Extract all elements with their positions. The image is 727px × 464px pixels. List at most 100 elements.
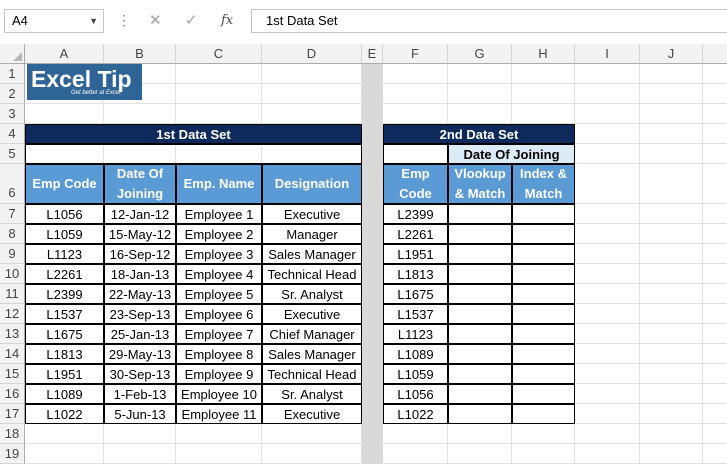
set2-code[interactable]: L1813	[383, 264, 448, 284]
set2-index-result[interactable]	[512, 284, 575, 304]
set1-cell[interactable]: Executive	[262, 304, 362, 324]
set1-cell[interactable]: Employee 9	[176, 364, 262, 384]
set1-cell[interactable]: 5-Jun-13	[104, 404, 176, 424]
set2-code[interactable]: L1056	[383, 384, 448, 404]
set2-vlookup-result[interactable]	[448, 264, 512, 284]
insert-function-icon[interactable]: fx	[221, 10, 233, 32]
set1-cell[interactable]: L2399	[25, 284, 104, 304]
set1-cell[interactable]: 25-Jan-13	[104, 324, 176, 344]
column-header-blank[interactable]	[703, 44, 727, 64]
set1-cell[interactable]: L1089	[25, 384, 104, 404]
row-header-9[interactable]: 9	[0, 244, 25, 264]
set1-cell[interactable]: 1-Feb-13	[104, 384, 176, 404]
row-header-1[interactable]: 1	[0, 64, 25, 84]
set2-vlookup-result[interactable]	[448, 224, 512, 244]
row-header-7[interactable]: 7	[0, 204, 25, 224]
row-header-10[interactable]: 10	[0, 264, 25, 284]
column-header-e[interactable]: E	[362, 44, 383, 64]
set2-vlookup-result[interactable]	[448, 404, 512, 424]
set1-cell[interactable]: Executive	[262, 204, 362, 224]
set1-cell[interactable]: Employee 2	[176, 224, 262, 244]
row-header-16[interactable]: 16	[0, 384, 25, 404]
set2-index-result[interactable]	[512, 264, 575, 284]
set1-cell[interactable]: Employee 1	[176, 204, 262, 224]
set2-vlookup-result[interactable]	[448, 244, 512, 264]
more-options-icon[interactable]: ⋮	[117, 10, 131, 30]
set2-subtitle[interactable]: Date Of Joining	[448, 144, 575, 164]
chevron-down-icon[interactable]: ▼	[89, 10, 98, 32]
set1-cell[interactable]: Sr. Analyst	[262, 384, 362, 404]
set1-title[interactable]: 1st Data Set	[25, 124, 362, 144]
column-header-c[interactable]: C	[176, 44, 262, 64]
row-header-8[interactable]: 8	[0, 224, 25, 244]
set1-cell[interactable]: L1537	[25, 304, 104, 324]
set2-blank-f5[interactable]	[383, 144, 448, 164]
set1-cell[interactable]: L1951	[25, 364, 104, 384]
set1-cell[interactable]: Employee 10	[176, 384, 262, 404]
set2-vlookup-result[interactable]	[448, 284, 512, 304]
select-all-corner[interactable]	[0, 44, 25, 64]
set1-header[interactable]: Designation	[262, 164, 362, 204]
set1-cell[interactable]: L2261	[25, 264, 104, 284]
set1-cell[interactable]: 30-Sep-13	[104, 364, 176, 384]
set1-header[interactable]: Date Of Joining	[104, 164, 176, 204]
set2-header[interactable]: Emp Code	[383, 164, 448, 204]
row-header-18[interactable]: 18	[0, 424, 25, 444]
set1-header[interactable]: Emp. Name	[176, 164, 262, 204]
set1-cell[interactable]: 29-May-13	[104, 344, 176, 364]
row-header-15[interactable]: 15	[0, 364, 25, 384]
set2-header[interactable]: Vlookup & Match	[448, 164, 512, 204]
set2-index-result[interactable]	[512, 404, 575, 424]
enter-icon[interactable]: ✓	[185, 10, 198, 32]
set1-cell[interactable]: 23-Sep-13	[104, 304, 176, 324]
set2-code[interactable]: L1022	[383, 404, 448, 424]
row-header-5[interactable]: 5	[0, 144, 25, 164]
row-header-12[interactable]: 12	[0, 304, 25, 324]
set2-code[interactable]: L1059	[383, 364, 448, 384]
set2-vlookup-result[interactable]	[448, 384, 512, 404]
set1-header[interactable]: Emp Code	[25, 164, 104, 204]
column-header-h[interactable]: H	[512, 44, 575, 64]
set2-vlookup-result[interactable]	[448, 364, 512, 384]
row-header-3[interactable]: 3	[0, 104, 25, 124]
row-header-11[interactable]: 11	[0, 284, 25, 304]
set2-index-result[interactable]	[512, 204, 575, 224]
set2-index-result[interactable]	[512, 244, 575, 264]
set1-cell[interactable]: Employee 6	[176, 304, 262, 324]
set1-cell[interactable]: L1675	[25, 324, 104, 344]
set1-cell[interactable]: Employee 5	[176, 284, 262, 304]
column-header-b[interactable]: B	[104, 44, 176, 64]
set1-cell[interactable]: Technical Head	[262, 364, 362, 384]
column-header-a[interactable]: A	[25, 44, 104, 64]
set2-index-result[interactable]	[512, 224, 575, 244]
column-header-g[interactable]: G	[448, 44, 512, 64]
set1-cell[interactable]: L1123	[25, 244, 104, 264]
set1-cell[interactable]: Executive	[262, 404, 362, 424]
set1-cell[interactable]: L1059	[25, 224, 104, 244]
set2-index-result[interactable]	[512, 344, 575, 364]
set2-code[interactable]: L1089	[383, 344, 448, 364]
set2-index-result[interactable]	[512, 364, 575, 384]
set1-cell[interactable]: Sr. Analyst	[262, 284, 362, 304]
column-header-i[interactable]: I	[575, 44, 640, 64]
set2-vlookup-result[interactable]	[448, 344, 512, 364]
set1-cell[interactable]: 12-Jan-12	[104, 204, 176, 224]
row-header-19[interactable]: 19	[0, 444, 25, 464]
set2-title[interactable]: 2nd Data Set	[383, 124, 575, 144]
row-header-4[interactable]: 4	[0, 124, 25, 144]
row-header-14[interactable]: 14	[0, 344, 25, 364]
set1-cell[interactable]: Chief Manager	[262, 324, 362, 344]
set1-cell[interactable]: 16-Sep-12	[104, 244, 176, 264]
set2-index-result[interactable]	[512, 324, 575, 344]
set1-row5-blank[interactable]	[25, 144, 362, 164]
set1-cell[interactable]: 18-Jan-13	[104, 264, 176, 284]
set2-vlookup-result[interactable]	[448, 324, 512, 344]
set1-cell[interactable]: 15-May-12	[104, 224, 176, 244]
row-header-2[interactable]: 2	[0, 84, 25, 104]
set1-cell[interactable]: Sales Manager	[262, 244, 362, 264]
row-header-13[interactable]: 13	[0, 324, 25, 344]
set1-cell[interactable]: Employee 4	[176, 264, 262, 284]
set1-cell[interactable]: L1056	[25, 204, 104, 224]
set1-cell[interactable]: Manager	[262, 224, 362, 244]
set2-vlookup-result[interactable]	[448, 304, 512, 324]
